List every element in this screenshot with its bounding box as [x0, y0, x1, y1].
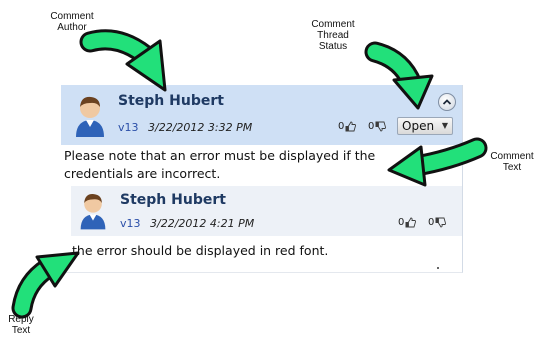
thumbs-up-icon — [405, 217, 417, 228]
callout-arrow-icon — [79, 29, 167, 92]
reply-like-button[interactable]: 0 — [398, 217, 417, 228]
comment-timestamp: 3/22/2012 3:32 PM — [148, 121, 253, 134]
divider-dot — [437, 267, 439, 269]
reply-header: Steph Hubert v13 3/22/2012 4:21 PM 0 0 — [71, 186, 462, 236]
comment-like-button[interactable]: 0 — [338, 121, 357, 132]
thread-status-value: Open — [402, 119, 435, 133]
thread-status-dropdown[interactable]: Open ▼ — [397, 117, 453, 135]
reply-author: Steph Hubert — [120, 192, 226, 208]
callout-reply-text: Reply Text — [8, 314, 34, 336]
callout-comment-author: Comment Author — [50, 11, 94, 33]
comment-text: Please note that an error must be displa… — [64, 148, 376, 181]
comment-like-count: 0 — [338, 121, 345, 132]
chevron-down-icon: ▼ — [441, 121, 448, 130]
comment-header: Steph Hubert v13 3/22/2012 3:32 PM 0 0 O… — [61, 85, 462, 145]
comment-dislike-button[interactable]: 0 — [368, 121, 387, 132]
comment-version-link[interactable]: v13 — [118, 121, 139, 134]
comment-thread: Steph Hubert v13 3/22/2012 3:32 PM 0 0 O… — [61, 85, 463, 273]
thumbs-down-icon — [435, 217, 447, 228]
reply-dislike-count: 0 — [428, 217, 435, 228]
thumbs-up-icon — [345, 121, 357, 132]
reply-dislike-button[interactable]: 0 — [428, 217, 447, 228]
callout-comment-text: Comment Text — [490, 151, 534, 173]
collapse-icon — [442, 99, 452, 105]
avatar-icon — [78, 190, 108, 235]
reply-version-link[interactable]: v13 — [120, 217, 141, 230]
reply-text: the error should be displayed in red fon… — [72, 243, 329, 258]
callout-thread-status: Comment Thread Status — [311, 19, 355, 52]
reply-timestamp: 3/22/2012 4:21 PM — [150, 217, 255, 230]
comment-dislike-count: 0 — [368, 121, 375, 132]
reply-like-count: 0 — [398, 217, 405, 228]
thumbs-down-icon — [375, 121, 387, 132]
collapse-thread-button[interactable] — [438, 93, 456, 111]
avatar-icon — [73, 93, 107, 142]
comment-author: Steph Hubert — [118, 93, 224, 109]
